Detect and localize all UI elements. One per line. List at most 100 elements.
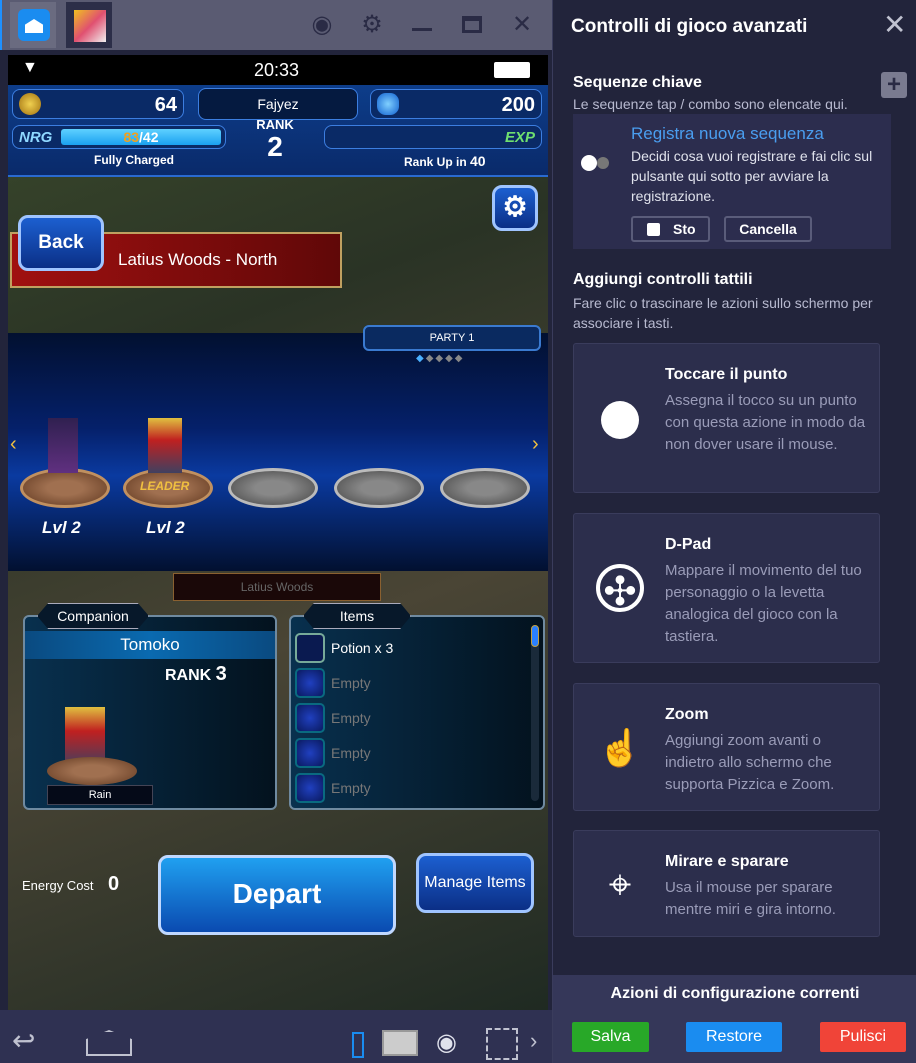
- aim-shoot-card[interactable]: ⌖ Mirare e sparare Usa il mouse per spar…: [573, 830, 880, 937]
- record-toggle-icon: [581, 155, 619, 171]
- item-label: Empty: [331, 780, 371, 796]
- companion-panel: Companion Tomoko RANK 3 Rain: [23, 603, 277, 810]
- record-desc: Decidi cosa vuoi registrare e fai clic s…: [631, 148, 873, 204]
- unit-level-2: Lvl 2: [146, 518, 185, 537]
- next-party-arrow[interactable]: ›: [532, 433, 539, 456]
- item-label: Empty: [331, 675, 371, 691]
- sequences-title: Sequenze chiave: [573, 74, 702, 91]
- item-row[interactable]: Empty: [295, 703, 515, 735]
- energy-cost-label: Energy Cost: [22, 878, 94, 893]
- back-button[interactable]: Back: [18, 215, 104, 271]
- tap-spot-card[interactable]: Toccare il punto Assegna il tocco su un …: [573, 343, 880, 493]
- crosshair-icon: ⌖: [608, 863, 632, 907]
- home-tab[interactable]: [10, 2, 56, 48]
- card-title: Zoom: [665, 706, 709, 723]
- game-tab-icon: [74, 10, 106, 42]
- add-sequence-button[interactable]: +: [881, 72, 907, 98]
- unit-level-1: Lvl 2: [42, 518, 81, 537]
- keyboard-icon[interactable]: [382, 1030, 418, 1056]
- back-nav-icon[interactable]: ↩: [12, 1024, 35, 1057]
- gear-icon[interactable]: ⚙: [357, 10, 387, 40]
- gem-count: 200: [501, 94, 535, 116]
- sub-location: Latius Woods: [173, 573, 381, 601]
- stop-button[interactable]: Sto: [631, 216, 710, 242]
- party-page-dots[interactable]: ◆◆◆◆◆: [416, 353, 464, 364]
- stop-label: Sto: [673, 221, 696, 237]
- item-label: Empty: [331, 745, 371, 761]
- eye-icon[interactable]: ◉: [436, 1028, 457, 1057]
- gems-box: 200: [370, 89, 542, 119]
- clear-button[interactable]: Pulisci: [820, 1022, 906, 1052]
- empty-slot-icon: [295, 703, 325, 733]
- exp-bar: EXP: [324, 125, 542, 149]
- nrg-max: /42: [139, 129, 159, 145]
- card-desc: Assegna il tocco su un punto con questa …: [665, 392, 866, 453]
- nrg-current: 83: [123, 129, 140, 145]
- close-panel-icon[interactable]: ✕: [883, 8, 906, 41]
- restore-button[interactable]: Restore: [686, 1022, 782, 1052]
- unit-slot-1[interactable]: [20, 468, 110, 508]
- companion-rank: RANK 3: [165, 663, 227, 686]
- energy-bar: NRG 83/42: [12, 125, 226, 149]
- unit-slot-5[interactable]: [440, 468, 530, 508]
- card-title: Toccare il punto: [665, 366, 788, 383]
- clock: 20:33: [254, 60, 300, 80]
- phone-orientation-icon[interactable]: [352, 1032, 364, 1058]
- rank-label: RANK: [256, 117, 294, 132]
- rank-value: 2: [267, 131, 283, 162]
- party-label[interactable]: PARTY 1: [363, 325, 541, 351]
- zoom-card[interactable]: ☝ Zoom Aggiungi zoom avanti o indietro a…: [573, 683, 880, 811]
- cancel-button[interactable]: Cancella: [724, 216, 812, 242]
- expand-arrow-icon[interactable]: ›: [530, 1028, 537, 1054]
- record-title[interactable]: Registra nuova sequenza: [631, 124, 824, 144]
- companion-rank-value: 3: [215, 663, 227, 685]
- manage-items-button[interactable]: Manage Items: [416, 853, 534, 913]
- home-nav-icon[interactable]: [86, 1030, 132, 1056]
- card-title: Mirare e sparare: [665, 853, 789, 870]
- account-icon[interactable]: ◉: [307, 10, 337, 40]
- item-row[interactable]: Potion x 3: [295, 633, 515, 665]
- settings-button[interactable]: ⚙: [492, 185, 538, 231]
- card-title: D-Pad: [665, 536, 712, 553]
- footer-title: Azioni di configurazione correnti: [610, 985, 860, 1002]
- empty-slot-icon: [295, 773, 325, 803]
- depart-button[interactable]: Depart: [158, 855, 396, 935]
- pinch-zoom-icon: ☝: [597, 727, 643, 768]
- save-button[interactable]: Salva: [572, 1022, 649, 1052]
- empty-slot-icon: [295, 738, 325, 768]
- companion-header: Companion: [37, 603, 149, 629]
- items-scrollbar[interactable]: [531, 625, 539, 801]
- companion-pedestal: [47, 757, 137, 785]
- android-nav-bar: ↩ ◉ ›: [0, 1010, 552, 1063]
- prev-party-arrow[interactable]: ‹: [10, 433, 17, 456]
- touch-controls-desc: Fare clic o trascinare le azioni sullo s…: [573, 295, 873, 331]
- location-name: Latius Woods - North: [118, 250, 278, 269]
- companion-rank-label: RANK: [165, 667, 212, 684]
- party-strip: PARTY 1 ◆◆◆◆◆ ‹ › Lvl 2 LEADER Lvl 2: [8, 325, 548, 571]
- item-row[interactable]: Empty: [295, 773, 515, 805]
- close-icon[interactable]: ✕: [507, 10, 537, 40]
- item-row[interactable]: Empty: [295, 738, 515, 770]
- panel-title: Controlli di gioco avanzati: [571, 16, 808, 37]
- dpad-card[interactable]: ✣ D-Pad Mappare il movimento del tuo per…: [573, 513, 880, 663]
- potion-icon: [295, 633, 325, 663]
- item-row[interactable]: Empty: [295, 668, 515, 700]
- status-bar: ▼ 20:33: [8, 55, 548, 85]
- touch-controls-title: Aggiungi controlli tattili: [573, 271, 753, 288]
- nrg-label: NRG: [19, 129, 53, 146]
- rank-up-label: Rank Up in: [404, 155, 467, 169]
- unit-slot-3[interactable]: [228, 468, 318, 508]
- game-screen[interactable]: ▼ 20:33 64 Fajyez 200 RANK 2 NRG 83/42 F…: [8, 55, 548, 1010]
- tap-point-icon: [596, 396, 644, 444]
- item-label: Empty: [331, 710, 371, 726]
- game-tab[interactable]: [66, 2, 112, 48]
- minimize-icon[interactable]: [407, 10, 437, 40]
- card-desc: Usa il mouse per sparare mentre miri e g…: [665, 879, 836, 918]
- unit-slot-4[interactable]: [334, 468, 424, 508]
- fullscreen-icon[interactable]: [486, 1028, 518, 1060]
- sequences-desc: Le sequenze tap / combo sono elencate qu…: [573, 96, 848, 112]
- maximize-icon[interactable]: [457, 10, 487, 40]
- record-sequence-card: Registra nuova sequenza Decidi cosa vuoi…: [573, 114, 891, 249]
- rank-up-value: 40: [470, 153, 486, 169]
- energy-fill: 83/42: [61, 129, 221, 145]
